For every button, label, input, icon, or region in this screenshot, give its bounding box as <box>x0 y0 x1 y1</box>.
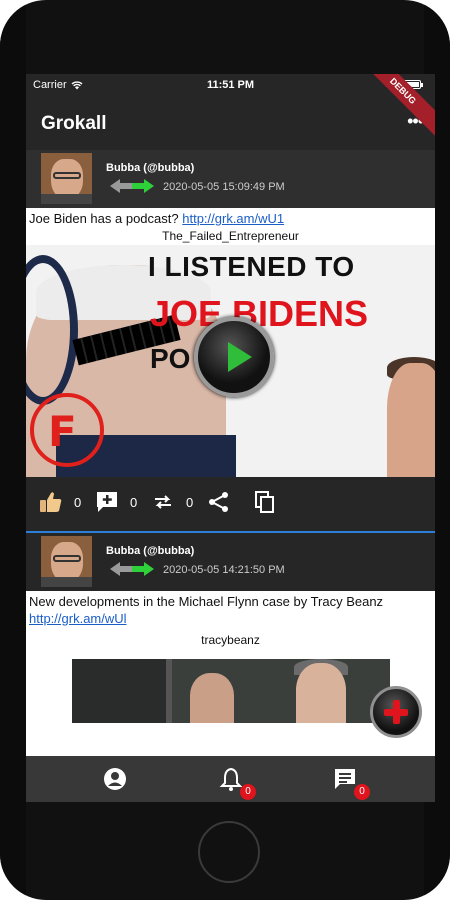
thumbnail-person-2 <box>296 663 346 723</box>
post-timestamp: 2020-05-05 14:21:50 PM <box>163 564 285 576</box>
add-post-button[interactable] <box>370 686 422 738</box>
post-author[interactable]: Bubba (@bubba) <box>106 545 194 557</box>
post-header: Bubba (@bubba) 2020-05-05 14:21:50 PM <box>26 533 435 591</box>
like-count: 0 <box>74 495 82 510</box>
play-icon[interactable] <box>194 317 274 397</box>
repost-icon[interactable] <box>150 489 176 515</box>
avatar-face <box>51 542 83 582</box>
phone-bezel-left <box>0 0 26 900</box>
comment-count: 0 <box>130 495 138 510</box>
repost-count: 0 <box>186 495 194 510</box>
thumbnail-caption-1: I LISTENED TO <box>148 251 355 282</box>
notifications-badge: 0 <box>240 784 256 800</box>
post-source: The_Failed_Entrepreneur <box>26 229 435 245</box>
share-icon[interactable] <box>206 489 232 515</box>
thumbnail-image <box>72 659 390 723</box>
post-link[interactable]: http://grk.am/wUl <box>29 611 127 626</box>
messages-badge: 0 <box>354 784 370 800</box>
thumbnail-person-1 <box>190 673 234 723</box>
repost-arrows-icon <box>110 179 154 193</box>
phone-frame: Carrier 11:51 PM Grokall ••• DEBUG Bubba… <box>0 0 450 900</box>
nav-messages[interactable]: 0 <box>332 766 370 800</box>
avatar-shirt <box>41 577 92 587</box>
thumbnail-f-mark: F <box>48 407 77 456</box>
post-source: tracybeanz <box>26 629 435 659</box>
app-screen: Carrier 11:51 PM Grokall ••• DEBUG Bubba… <box>26 74 435 802</box>
post-header: Bubba (@bubba) 2020-05-05 15:09:49 PM <box>26 150 435 208</box>
nav-notifications[interactable]: 0 <box>218 766 256 800</box>
status-time: 11:51 PM <box>206 79 255 91</box>
post-text: Joe Biden has a podcast? http://grk.am/w… <box>26 208 435 229</box>
avatar-glasses <box>53 172 81 179</box>
post-body: Joe Biden has a podcast? <box>29 211 179 226</box>
copy-icon[interactable] <box>252 489 278 515</box>
add-icon-vertical <box>393 700 400 724</box>
app-bar: Grokall ••• <box>26 96 435 150</box>
post-card: Bubba (@bubba) 2020-05-05 15:09:49 PM Jo… <box>26 150 435 533</box>
play-triangle <box>228 342 252 372</box>
nav-profile[interactable] <box>102 766 132 794</box>
thumbnail-doorway <box>72 659 172 723</box>
post-author[interactable]: Bubba (@bubba) <box>106 162 194 174</box>
thumbnail-host <box>387 363 435 477</box>
post-body: New developments in the Michael Flynn ca… <box>29 594 384 609</box>
avatar-shirt <box>41 194 92 204</box>
bottom-nav: 0 0 <box>26 756 435 802</box>
post-card: Bubba (@bubba) 2020-05-05 14:21:50 PM Ne… <box>26 533 435 723</box>
thumbs-up-icon[interactable] <box>38 489 64 515</box>
post-text: New developments in the Michael Flynn ca… <box>26 591 435 629</box>
post-feed[interactable]: Bubba (@bubba) 2020-05-05 15:09:49 PM Jo… <box>26 150 435 756</box>
comment-add-icon[interactable] <box>94 489 120 515</box>
avatar-glasses <box>53 555 81 562</box>
app-title: Grokall <box>41 113 107 134</box>
post-timestamp: 2020-05-05 15:09:49 PM <box>163 181 285 193</box>
video-thumbnail[interactable]: F I LISTENED TO JOE BIDENS PO ST <box>26 245 435 477</box>
profile-icon <box>104 768 126 790</box>
avatar-face <box>51 159 83 199</box>
repost-arrows-icon <box>110 562 154 576</box>
post-link[interactable]: http://grk.am/wU1 <box>182 211 284 226</box>
post-actions: 0 0 0 <box>26 477 435 533</box>
home-button[interactable] <box>198 821 260 883</box>
status-bar: Carrier 11:51 PM <box>26 74 435 96</box>
avatar[interactable] <box>41 536 92 587</box>
avatar[interactable] <box>41 153 92 204</box>
